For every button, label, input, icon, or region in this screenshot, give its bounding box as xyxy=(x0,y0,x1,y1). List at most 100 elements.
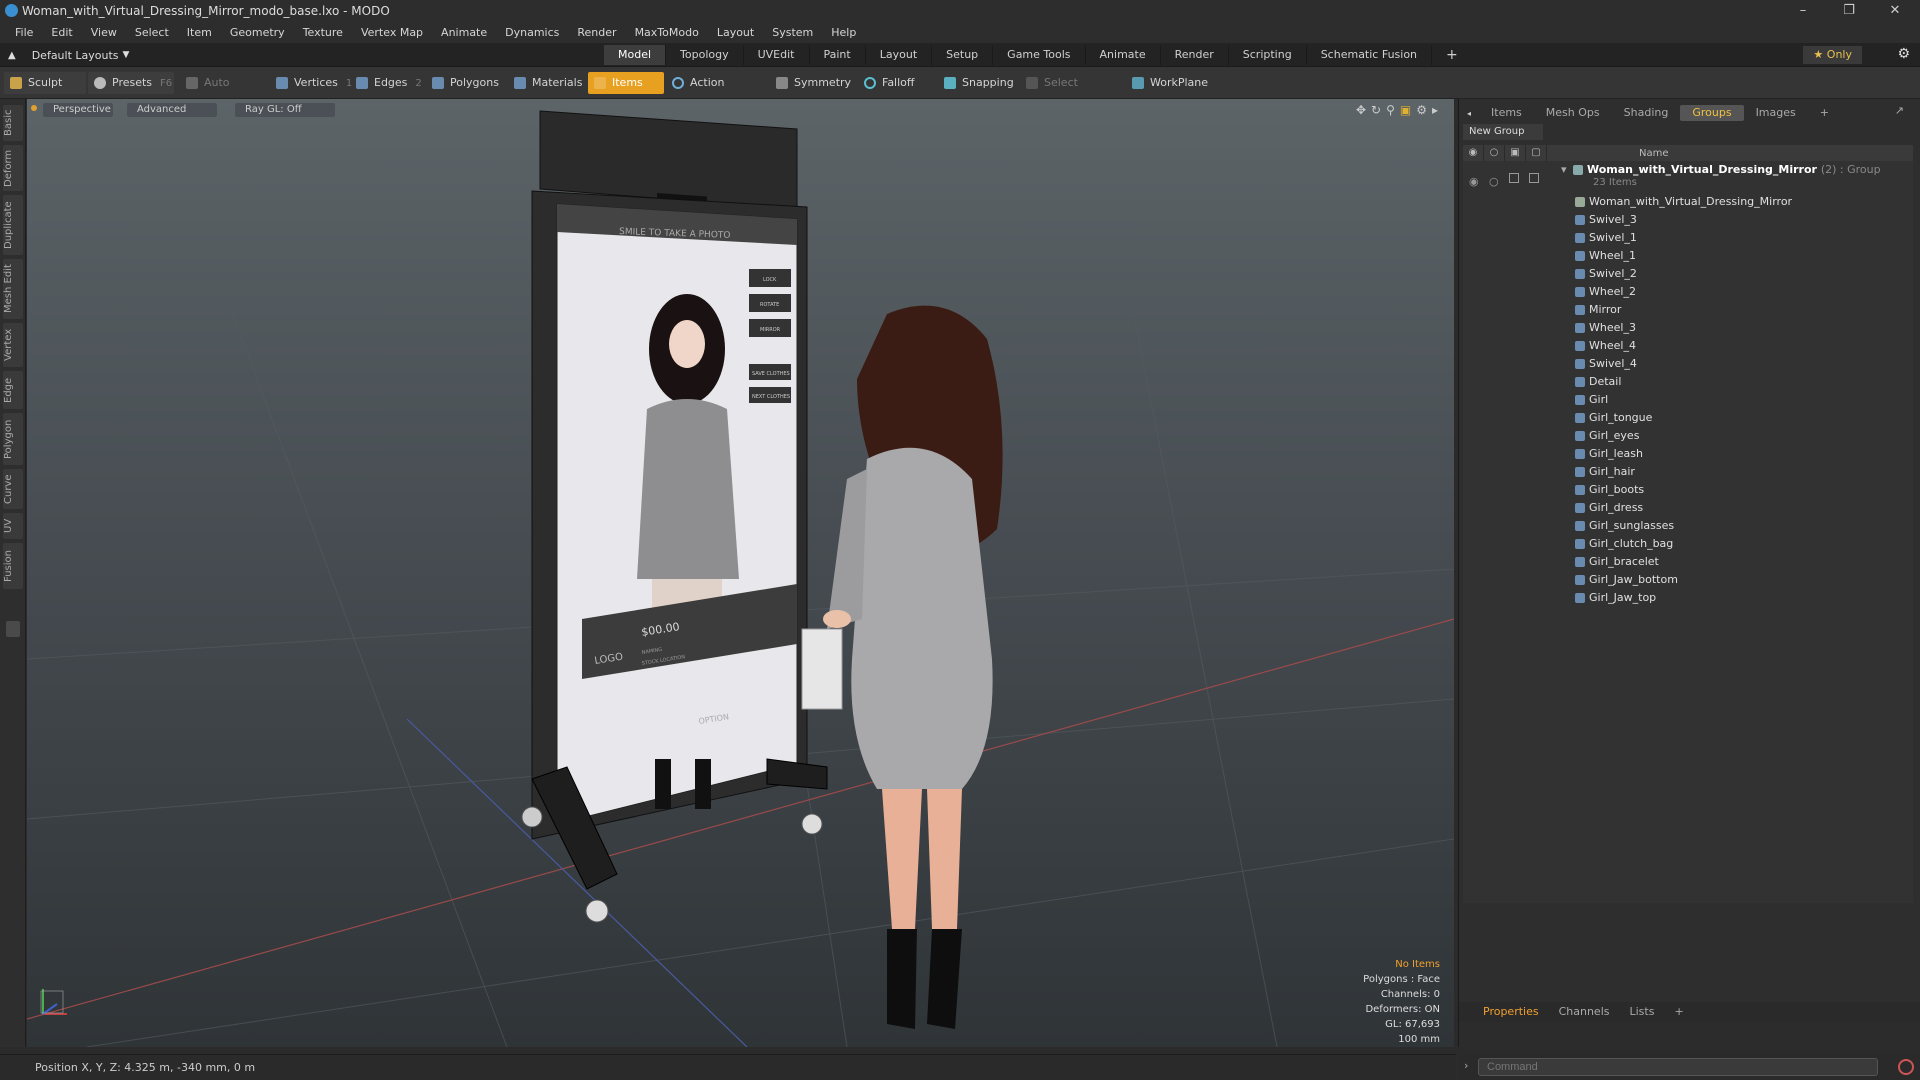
items-button[interactable]: Items xyxy=(588,72,664,94)
vtab-curve[interactable]: Curve xyxy=(3,469,23,509)
list-item[interactable]: Swivel_3 xyxy=(1463,211,1913,229)
select-toggle-icon[interactable] xyxy=(1529,173,1539,183)
new-group-button[interactable]: New Group xyxy=(1463,124,1543,140)
auto-select-button[interactable]: Auto Select xyxy=(180,72,268,111)
tab-setup[interactable]: Setup xyxy=(932,45,994,65)
menu-animate[interactable]: Animate xyxy=(432,26,496,39)
list-item[interactable]: Girl_Jaw_bottom xyxy=(1463,571,1913,589)
menu-file[interactable]: File xyxy=(6,26,42,39)
tab-uvedit[interactable]: UVEdit xyxy=(744,45,810,65)
action-center-button[interactable]: Action Center xyxy=(666,72,766,111)
only-toggle[interactable]: ★ Only xyxy=(1803,46,1862,64)
vtab-basic[interactable]: Basic xyxy=(3,105,23,141)
vtab-polygon[interactable]: Polygon xyxy=(3,413,23,465)
tab-channels[interactable]: Channels xyxy=(1549,1004,1620,1020)
tab-render[interactable]: Render xyxy=(1161,45,1229,65)
tab-scripting[interactable]: Scripting xyxy=(1229,45,1307,65)
select-through-button[interactable]: Select Through xyxy=(1020,72,1122,111)
list-item[interactable]: Wheel_2 xyxy=(1463,283,1913,301)
command-run-icon[interactable] xyxy=(1898,1059,1914,1075)
list-item[interactable]: Girl_dress xyxy=(1463,499,1913,517)
menu-edit[interactable]: Edit xyxy=(42,26,81,39)
panel-expand-icon[interactable]: ↗ xyxy=(1895,104,1904,117)
visibility-column-icon[interactable]: ◉ xyxy=(1463,145,1484,161)
list-item[interactable]: Swivel_1 xyxy=(1463,229,1913,247)
vertices-button[interactable]: Vertices 1 xyxy=(270,72,352,94)
gear-icon[interactable]: ⚙ xyxy=(1897,46,1910,62)
tab-mesh-ops[interactable]: Mesh Ops xyxy=(1534,105,1612,121)
list-item[interactable]: Wheel_3 xyxy=(1463,319,1913,337)
list-item[interactable]: Girl_hair xyxy=(1463,463,1913,481)
vtab-duplicate[interactable]: Duplicate xyxy=(3,195,23,255)
workplane-button[interactable]: WorkPlane xyxy=(1126,72,1214,94)
add-properties-tab-icon[interactable]: + xyxy=(1664,1004,1693,1020)
list-item[interactable]: Girl_clutch_bag xyxy=(1463,535,1913,553)
menu-vertex-map[interactable]: Vertex Map xyxy=(352,26,432,39)
expand-icon[interactable] xyxy=(6,621,20,637)
vtab-mesh-edit[interactable]: Mesh Edit xyxy=(3,259,23,319)
tab-lists[interactable]: Lists xyxy=(1620,1004,1665,1020)
menu-view[interactable]: View xyxy=(82,26,126,39)
tab-items[interactable]: Items xyxy=(1479,105,1534,121)
vtab-fusion[interactable]: Fusion xyxy=(3,543,23,589)
tab-properties[interactable]: Properties xyxy=(1473,1004,1549,1020)
menu-system[interactable]: System xyxy=(763,26,822,39)
tab-groups[interactable]: Groups xyxy=(1680,105,1744,121)
tab-layout[interactable]: Layout xyxy=(866,45,933,65)
menu-render[interactable]: Render xyxy=(568,26,625,39)
eye-icon[interactable]: ◉ xyxy=(1469,173,1479,191)
list-item[interactable]: Girl_tongue xyxy=(1463,409,1913,427)
tab-shading[interactable]: Shading xyxy=(1612,105,1681,121)
menu-item[interactable]: Item xyxy=(178,26,221,39)
restore-icon[interactable]: ❐ xyxy=(1826,0,1872,22)
tab-model[interactable]: Model xyxy=(604,45,667,65)
panel-menu-icon[interactable]: ◂ xyxy=(1467,109,1471,118)
falloff-button[interactable]: Falloff xyxy=(858,72,938,94)
tab-paint[interactable]: Paint xyxy=(810,45,866,65)
list-item[interactable]: Woman_with_Virtual_Dressing_Mirror xyxy=(1463,193,1913,211)
add-tab-icon[interactable]: + xyxy=(1432,45,1472,65)
snapping-button[interactable]: Snapping xyxy=(938,72,1018,94)
name-column-header[interactable]: Name xyxy=(1627,148,1669,159)
presets-button[interactable]: Presets F6 xyxy=(88,72,174,94)
sculpt-button[interactable]: Sculpt xyxy=(4,72,86,94)
minimize-icon[interactable]: – xyxy=(1780,0,1826,22)
list-item[interactable]: Girl_sunglasses xyxy=(1463,517,1913,535)
list-item[interactable]: Girl_eyes xyxy=(1463,427,1913,445)
list-item[interactable]: Wheel_4 xyxy=(1463,337,1913,355)
menu-texture[interactable]: Texture xyxy=(294,26,352,39)
list-item[interactable]: Girl_boots xyxy=(1463,481,1913,499)
menu-dynamics[interactable]: Dynamics xyxy=(496,26,568,39)
command-input[interactable] xyxy=(1478,1058,1878,1076)
vtab-deform[interactable]: Deform xyxy=(3,145,23,191)
edges-button[interactable]: Edges 2 xyxy=(350,72,426,94)
list-item[interactable]: Mirror xyxy=(1463,301,1913,319)
layouts-dropdown[interactable]: ▲ Default Layouts ▼ xyxy=(8,46,129,64)
vtab-vertex[interactable]: Vertex xyxy=(3,323,23,367)
tab-game-tools[interactable]: Game Tools xyxy=(993,45,1086,65)
group-row[interactable]: ◉ ○ ▾ Woman_with_Virtual_Dressing_Mirror… xyxy=(1463,161,1913,193)
menu-maxtomodo[interactable]: MaxToModo xyxy=(626,26,708,39)
list-item[interactable]: Swivel_2 xyxy=(1463,265,1913,283)
list-item[interactable]: Girl_bracelet xyxy=(1463,553,1913,571)
polygons-button[interactable]: Polygons xyxy=(426,72,506,94)
materials-button[interactable]: Materials xyxy=(508,72,588,94)
menu-layout[interactable]: Layout xyxy=(708,26,763,39)
group-expand-icon[interactable]: ▾ xyxy=(1561,161,1567,179)
list-item[interactable]: Swivel_4 xyxy=(1463,355,1913,373)
list-item[interactable]: Detail xyxy=(1463,373,1913,391)
lock-column-icon[interactable]: ▣ xyxy=(1505,145,1526,161)
list-item[interactable]: Wheel_1 xyxy=(1463,247,1913,265)
list-item[interactable]: Girl_leash xyxy=(1463,445,1913,463)
render-column-icon[interactable]: ○ xyxy=(1484,145,1505,161)
vtab-edge[interactable]: Edge xyxy=(3,371,23,409)
tab-schematic-fusion[interactable]: Schematic Fusion xyxy=(1307,45,1433,65)
3d-viewport[interactable]: Perspective Advanced Ray GL: Off ✥ ↻ ⚲ ▣… xyxy=(27,99,1454,1047)
list-item[interactable]: Girl xyxy=(1463,391,1913,409)
tab-topology[interactable]: Topology xyxy=(666,45,744,65)
tab-animate[interactable]: Animate xyxy=(1086,45,1161,65)
symmetry-button[interactable]: Symmetry xyxy=(770,72,851,94)
add-panel-tab-icon[interactable]: + xyxy=(1808,105,1841,121)
render-toggle-icon[interactable]: ○ xyxy=(1489,173,1499,191)
select-column-icon[interactable]: ▢ xyxy=(1526,145,1547,161)
